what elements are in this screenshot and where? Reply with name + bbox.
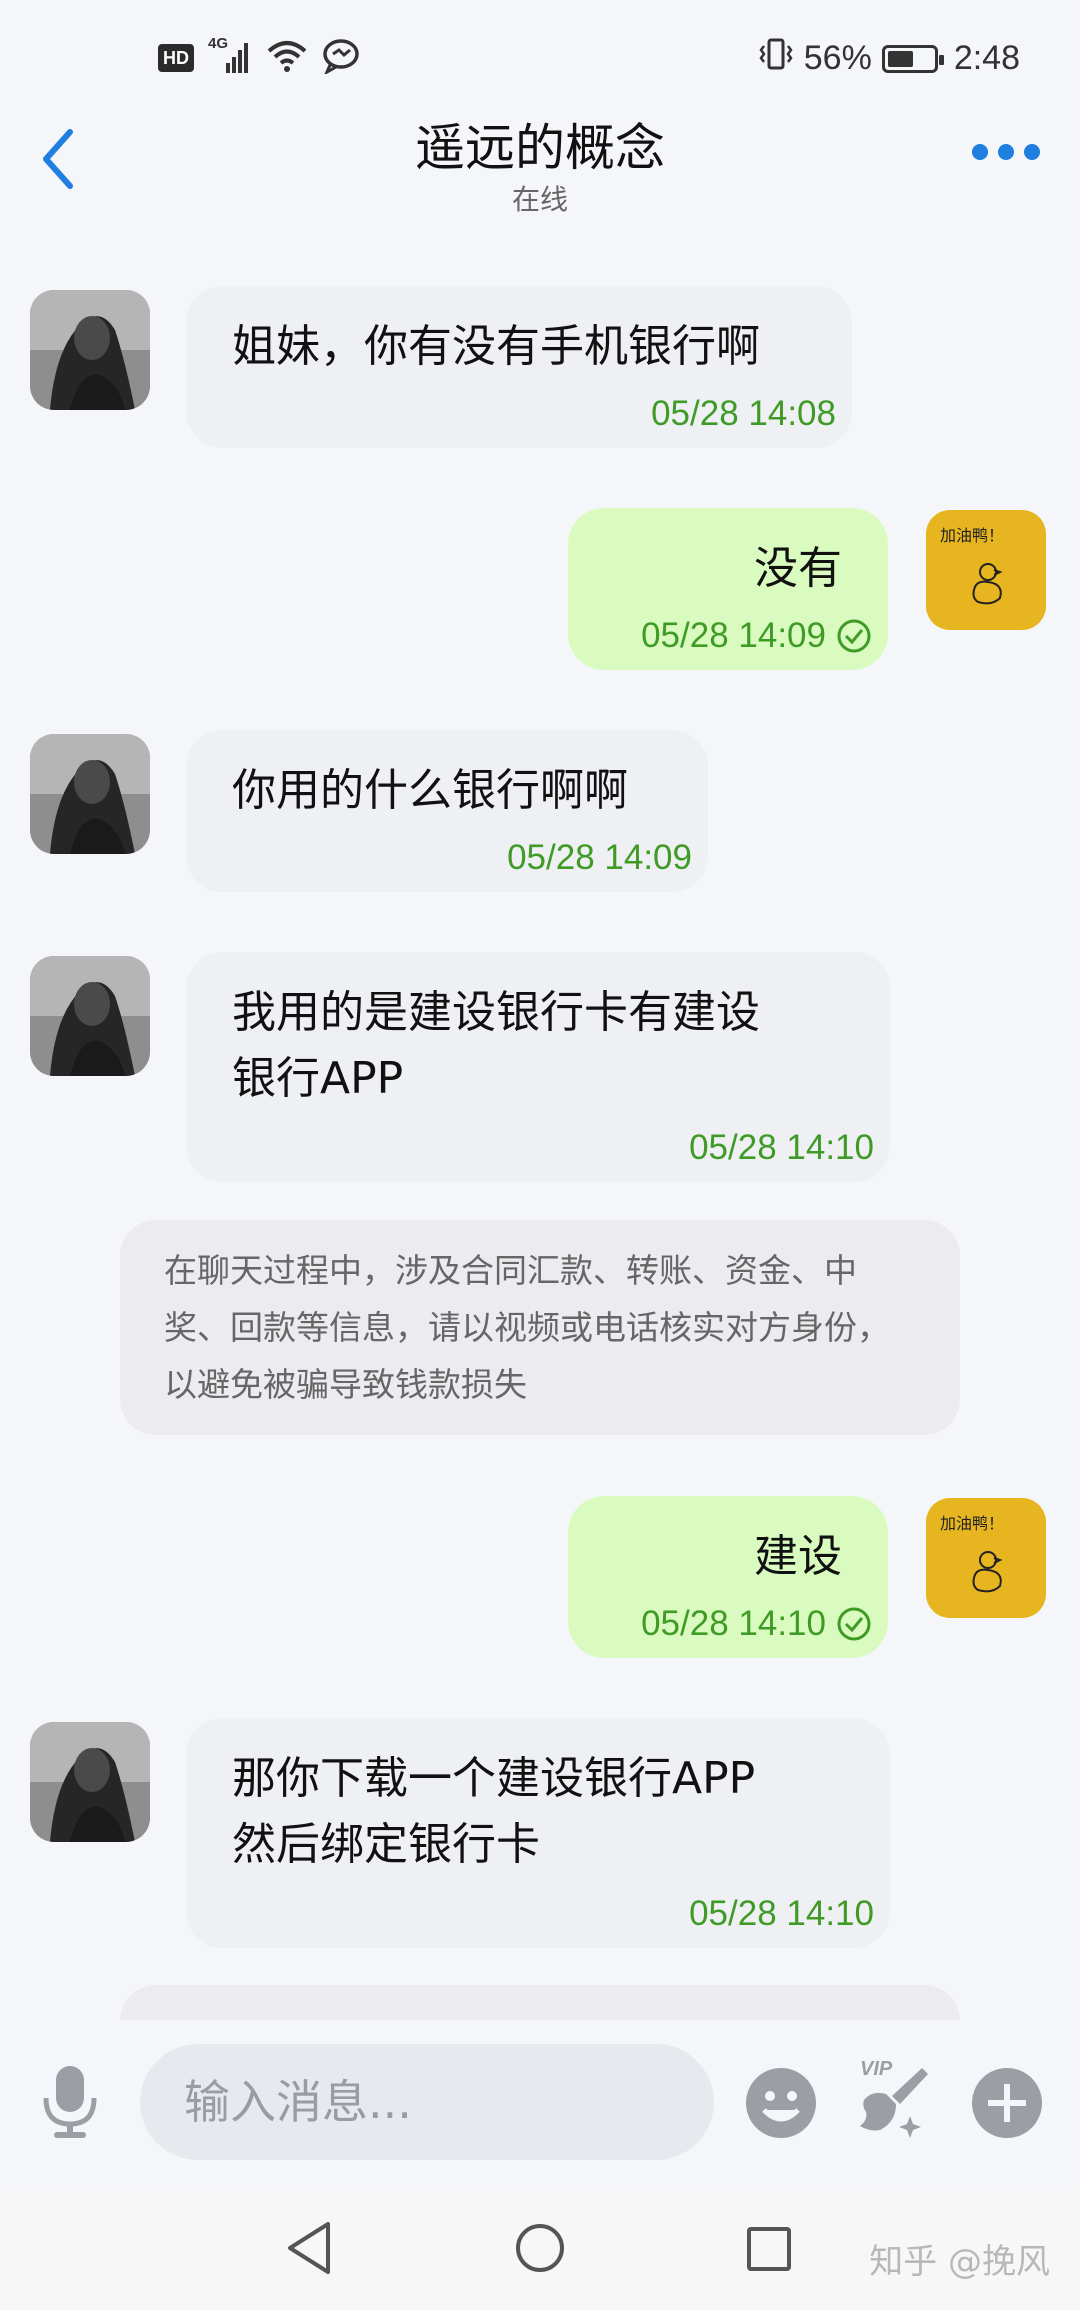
- contact-name[interactable]: 遥远的概念: [0, 108, 1080, 180]
- system-nav-bar: 知乎 @挽风: [0, 2190, 1080, 2310]
- message-bubble-incoming[interactable]: 我用的是建设银行卡有建设 银行APP 05/28 14:10: [186, 952, 890, 1182]
- vip-label: VIP: [860, 2058, 893, 2080]
- message-timestamp: 05/28 14:10: [689, 1894, 874, 1933]
- microphone-icon: [43, 2066, 97, 2138]
- check-circle-icon: [837, 1607, 871, 1641]
- message-time: 05/28 14:08: [651, 394, 836, 434]
- input-bar: VIP: [0, 2020, 1080, 2190]
- message-time: 05/28 14:09: [507, 838, 692, 878]
- message-time: 05/28 14:10: [689, 1128, 874, 1168]
- message-timestamp: 05/28 14:10: [689, 1128, 874, 1167]
- clock: 2:48: [953, 39, 1020, 77]
- vibrate-icon: [758, 36, 794, 81]
- watermark: 知乎 @挽风: [869, 2242, 1050, 2282]
- message-bubble-incoming[interactable]: 那你下载一个建设银行APP 然后绑定银行卡 05/28 14:10: [186, 1718, 890, 1948]
- message-bubble-outgoing[interactable]: 没有 05/28 14:09: [568, 508, 888, 670]
- my-avatar[interactable]: 加油鸭！: [926, 510, 1046, 630]
- message-text: 你用的什么银行啊啊: [232, 765, 628, 816]
- contact-avatar[interactable]: [30, 1722, 150, 1842]
- message-text: 那你下载一个建设银行APP 然后绑定银行卡: [232, 1753, 756, 1870]
- duck-icon: [972, 1551, 1003, 1593]
- more-dot-icon: [972, 144, 988, 160]
- status-left-icons: HD 4G: [158, 35, 360, 78]
- chat-header: 遥远的概念 在线: [0, 100, 1080, 220]
- contact-avatar[interactable]: [30, 956, 150, 1076]
- more-dot-icon: [998, 144, 1014, 160]
- check-circle-icon: [837, 619, 871, 653]
- plus-icon: [972, 2068, 1042, 2138]
- message-timestamp: 05/28 14:09: [507, 838, 692, 877]
- security-notice: 在聊天过程中，涉及合同汇款、转账、资金、中奖、回款等信息，请以视频或电话核实对方…: [120, 1220, 960, 1435]
- signal-icon: 4G: [208, 35, 252, 75]
- vip-magic-button[interactable]: VIP: [852, 2058, 932, 2144]
- status-right-icons: 56% 2:48: [758, 36, 1020, 81]
- message-bubble-outgoing[interactable]: 建设 05/28 14:10: [568, 1496, 888, 1658]
- more-dot-icon: [1024, 144, 1040, 160]
- my-avatar[interactable]: 加油鸭！: [926, 1498, 1046, 1618]
- message-input[interactable]: [140, 2044, 714, 2160]
- message-text: 姐妹，你有没有手机银行啊: [232, 321, 760, 372]
- message-list[interactable]: 姐妹，你有没有手机银行啊 05/28 14:08 没有 05/28 14:09 …: [0, 220, 1080, 2020]
- contact-avatar[interactable]: [30, 734, 150, 854]
- contact-status: 在线: [511, 183, 568, 216]
- nav-recents-button[interactable]: [746, 2226, 792, 2276]
- message-bubble-incoming[interactable]: 姐妹，你有没有手机银行啊 05/28 14:08: [186, 286, 852, 448]
- message-text: 我用的是建设银行卡有建设 银行APP: [232, 987, 760, 1104]
- nav-home-button[interactable]: [514, 2222, 566, 2278]
- battery-level-fill: [887, 50, 913, 67]
- voice-button[interactable]: [40, 2062, 100, 2146]
- wifi-icon: [266, 39, 308, 77]
- hd-icon: HD: [158, 44, 194, 72]
- battery-percent: 56%: [803, 39, 872, 77]
- message-time: 05/28 14:09: [641, 616, 872, 656]
- duck-icon: [972, 563, 1003, 605]
- message-timestamp: 05/28 14:08: [651, 394, 836, 433]
- contact-avatar[interactable]: [30, 290, 150, 410]
- more-actions-button[interactable]: [970, 2066, 1044, 2144]
- battery-icon: [881, 44, 944, 73]
- message-app-icon: [322, 38, 360, 78]
- message-bubble-incoming[interactable]: 你用的什么银行啊啊 05/28 14:09: [186, 730, 708, 892]
- nav-back-button[interactable]: [284, 2220, 334, 2280]
- message-text: 建设: [754, 1531, 842, 1582]
- emoji-button[interactable]: [744, 2066, 818, 2144]
- circle-home-icon: [516, 2224, 564, 2272]
- more-options-button[interactable]: [972, 144, 1040, 160]
- message-timestamp: 05/28 14:10: [641, 1604, 826, 1643]
- triangle-back-icon: [288, 2222, 330, 2274]
- smiley-icon: [746, 2068, 816, 2138]
- message-text: 没有: [754, 543, 842, 594]
- square-recents-icon: [747, 2227, 791, 2271]
- partial-message-bubble: [120, 1985, 960, 2020]
- message-timestamp: 05/28 14:09: [641, 616, 826, 655]
- message-time: 05/28 14:10: [641, 1604, 872, 1644]
- message-time: 05/28 14:10: [689, 1894, 874, 1934]
